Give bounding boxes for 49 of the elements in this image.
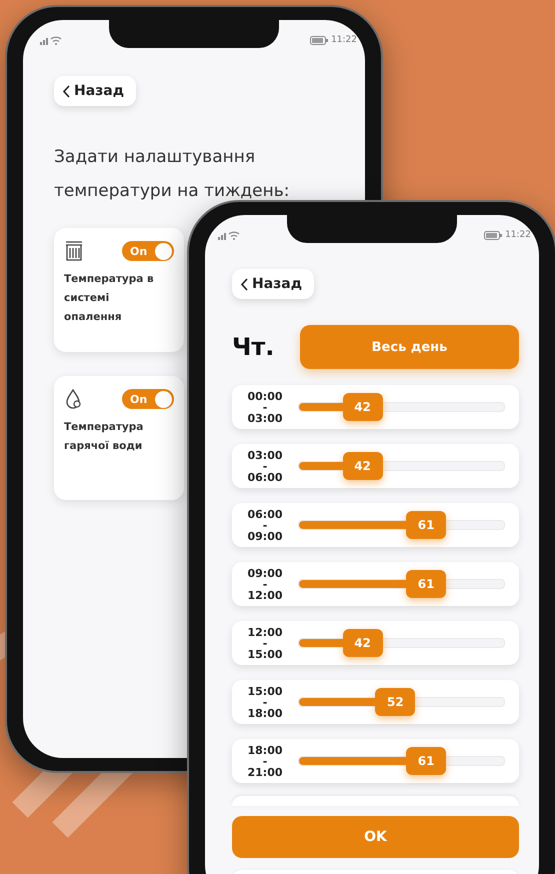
card-label: Температура гарячої води <box>64 420 144 454</box>
status-time: 11:22 <box>505 230 531 240</box>
status-time: 11:22 <box>331 35 357 45</box>
start-time: 18:00 <box>247 744 282 756</box>
slider-thumb[interactable]: 42 <box>342 393 383 421</box>
slider-thumb[interactable]: 61 <box>406 511 446 539</box>
end-time: 06:00 <box>247 472 282 482</box>
time-separator: - <box>262 638 268 648</box>
slider-thumb[interactable]: 61 <box>406 570 446 598</box>
slider-thumb[interactable]: 42 <box>342 452 383 480</box>
time-separator: - <box>262 402 268 412</box>
end-time: 15:00 <box>247 648 282 660</box>
slider-thumb[interactable]: 61 <box>406 747 446 775</box>
time-separator: - <box>262 578 268 590</box>
time-separator: - <box>262 520 268 530</box>
end-time: 21:00 <box>247 766 282 778</box>
toggle-switch[interactable]: On <box>122 241 174 261</box>
back-button[interactable]: Назад <box>232 269 314 299</box>
signal-wifi-icon <box>40 35 62 45</box>
setting-card[interactable]: On Температура гарячої води <box>54 376 184 500</box>
battery-icon <box>484 230 502 240</box>
chevron-left-icon <box>240 278 248 290</box>
page-title: Задати налаштування температури на тиждень: <box>54 146 290 203</box>
back-button[interactable]: Назад <box>54 76 136 106</box>
time-separator: - <box>262 756 268 766</box>
battery-icon <box>310 36 328 44</box>
start-time: 15:00 <box>247 686 282 696</box>
start-time: 09:00 <box>247 568 282 578</box>
start-time: 06:00 <box>247 508 282 520</box>
end-time: 12:00 <box>247 590 282 600</box>
end-time: 09:00 <box>247 530 282 542</box>
radiator-icon <box>64 240 84 262</box>
end-time: 03:00 <box>247 412 282 424</box>
slider-thumb[interactable]: 52 <box>375 688 416 716</box>
end-time: 18:00 <box>247 708 282 718</box>
card-label: Температура в системі опалення <box>64 272 155 325</box>
toggle-switch[interactable]: On <box>122 389 174 409</box>
start-time: 00:00 <box>247 390 282 402</box>
chevron-left-icon <box>62 84 70 98</box>
all-day-button[interactable]: Весь день <box>300 325 519 369</box>
start-time: 12:00 <box>247 626 282 638</box>
start-time: 03:00 <box>247 450 282 460</box>
day-label: Чт. <box>232 333 276 361</box>
time-separator: - <box>262 460 268 472</box>
ok-button[interactable]: OK <box>232 816 519 858</box>
setting-card[interactable]: On Температура в системі опалення <box>54 228 184 352</box>
time-separator: - <box>262 696 268 708</box>
slider-thumb[interactable]: 42 <box>342 629 383 657</box>
signal-wifi-icon <box>218 230 240 240</box>
